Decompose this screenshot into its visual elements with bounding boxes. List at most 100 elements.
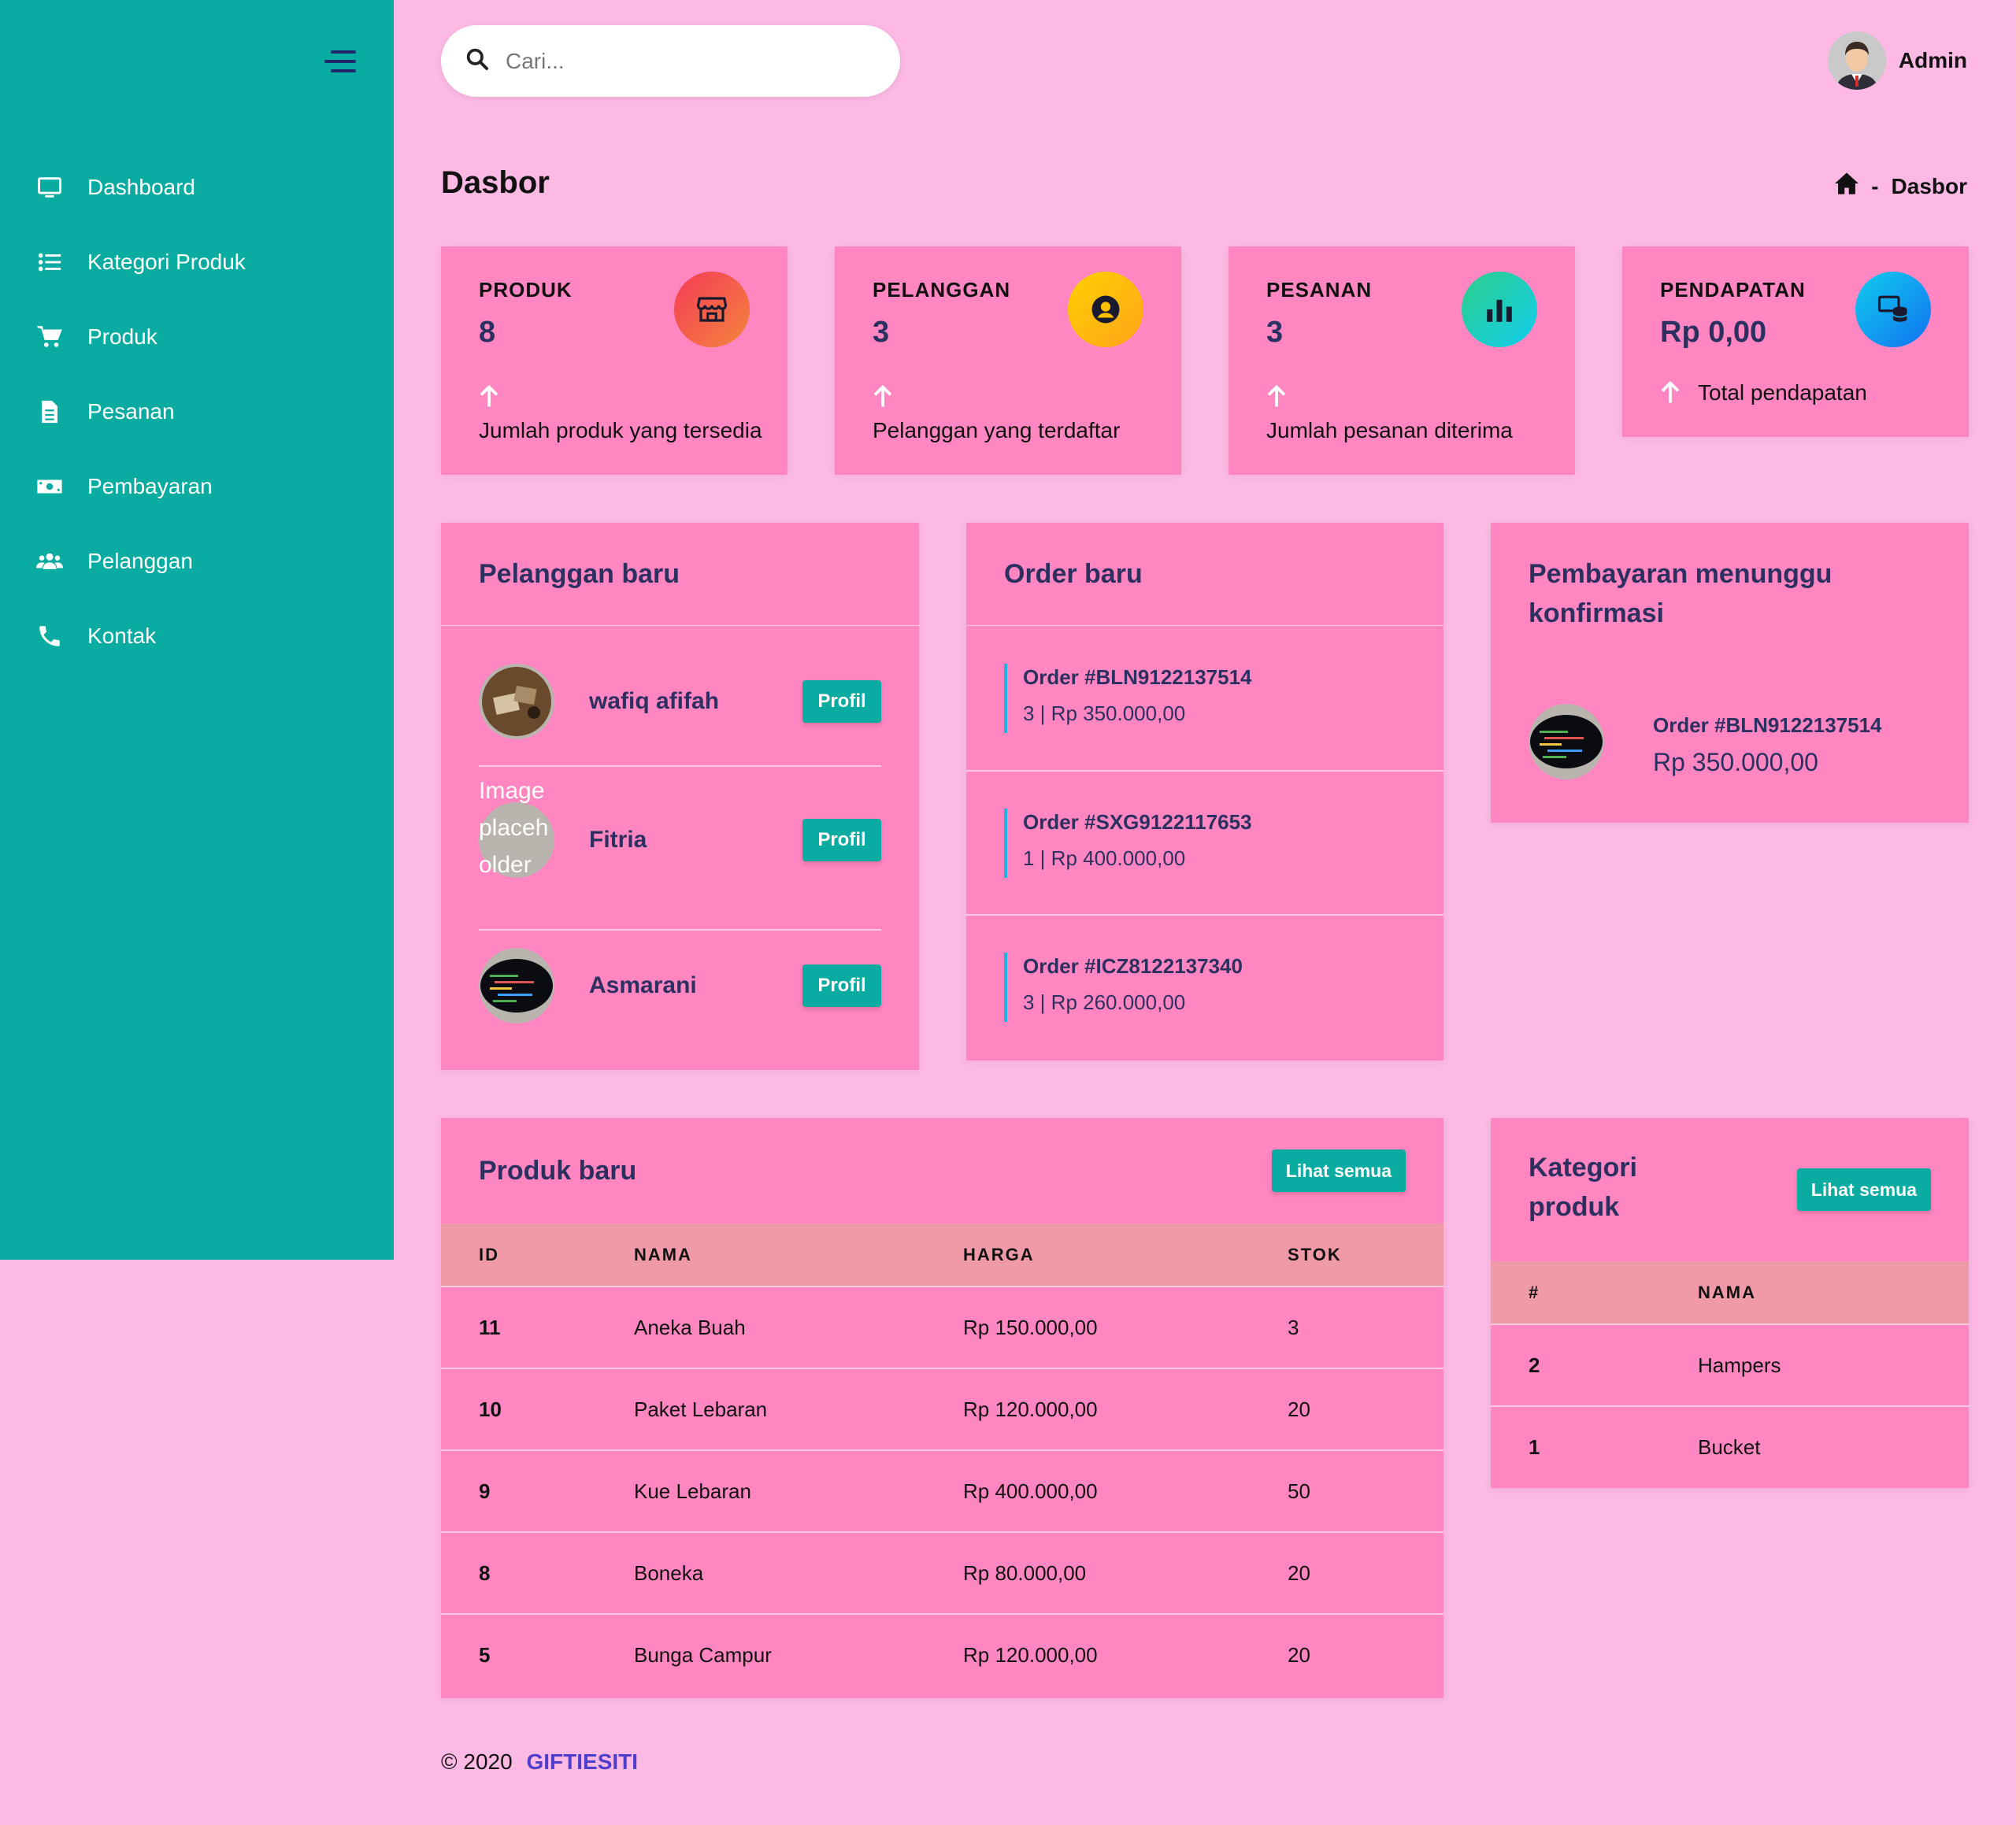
- copyright-text: © 2020: [441, 1749, 513, 1774]
- cart-icon: [35, 323, 64, 351]
- profile-button[interactable]: Profil: [802, 964, 881, 1007]
- order-id: Order #BLN9122137514: [1653, 713, 1882, 737]
- card-title-line: Pembayaran menunggu: [1529, 559, 1833, 589]
- view-all-products-button[interactable]: Lihat semua: [1271, 1149, 1406, 1192]
- new-customers-card: Pelanggan baru wafiq afifah Profil Image…: [441, 523, 919, 1070]
- sidebar: Dashboard Kategori Produk Produk Pesanan…: [0, 0, 394, 1260]
- table-row[interactable]: 2 Hampers: [1491, 1323, 1969, 1406]
- card-title: Pembayaran menunggu konfirmasi: [1529, 554, 1832, 633]
- cell-nama: Bunga Campur: [634, 1613, 963, 1696]
- cell-harga: Rp 120.000,00: [963, 1613, 1288, 1696]
- stat-card-pesanan: PESANAN 3 Jumlah pesanan diterima: [1228, 246, 1575, 475]
- phone-icon: [35, 622, 64, 650]
- cell-stok: 3: [1288, 1286, 1443, 1368]
- table-row[interactable]: 8 Boneka Rp 80.000,00 20: [441, 1531, 1443, 1614]
- sidebar-item-kategori-produk[interactable]: Kategori Produk: [0, 224, 394, 299]
- pending-payments-card: Pembayaran menunggu konfirmasi Order #BL…: [1491, 523, 1969, 823]
- sidebar-item-label: Dashboard: [87, 174, 195, 199]
- card-title: Produk baru: [479, 1156, 637, 1186]
- table-row[interactable]: 1 Bucket: [1491, 1405, 1969, 1488]
- sidebar-item-produk[interactable]: Produk: [0, 299, 394, 374]
- stat-card-pelanggan: PELANGGAN 3 Pelanggan yang terdaftar: [835, 246, 1181, 475]
- coins-icon: [1855, 272, 1931, 347]
- table-header-row: # NAMA: [1491, 1261, 1969, 1324]
- sidebar-item-pembayaran[interactable]: Pembayaran: [0, 449, 394, 524]
- sidebar-item-kontak[interactable]: Kontak: [0, 598, 394, 673]
- table-row[interactable]: 10 Paket Lebaran Rp 120.000,00 20: [441, 1368, 1443, 1450]
- sidebar-item-pesanan[interactable]: Pesanan: [0, 374, 394, 449]
- cell-stok: 20: [1288, 1613, 1443, 1696]
- stat-desc: Pelanggan yang terdaftar: [873, 418, 1121, 442]
- order-id: Order #BLN9122137514: [1023, 665, 1252, 689]
- sidebar-nav: Dashboard Kategori Produk Produk Pesanan…: [0, 150, 394, 673]
- order-accent-bar: [1004, 664, 1007, 733]
- cell-stok: 20: [1288, 1531, 1443, 1614]
- menu-toggle-icon[interactable]: [323, 49, 358, 74]
- stat-card-pendapatan: PENDAPATAN Rp 0,00 Total pendapatan: [1622, 246, 1969, 437]
- categories-card: Kategori produk Lihat semua # NAMA 2 Ham…: [1491, 1118, 1969, 1488]
- arrow-up-icon: [1267, 385, 1286, 407]
- stat-value: 8: [479, 316, 496, 349]
- list-item[interactable]: Order #BLN9122137514 Rp 350.000,00: [1529, 704, 1938, 783]
- brand-link[interactable]: GIFTIESITI: [526, 1749, 638, 1774]
- profile-button[interactable]: Profil: [802, 679, 881, 723]
- cell-stok: 20: [1288, 1368, 1443, 1450]
- profile-button[interactable]: Profil: [802, 818, 881, 861]
- payment-amount: Rp 350.000,00: [1653, 748, 1818, 776]
- arrow-up-icon: [480, 385, 498, 407]
- order-id: Order #SXG9122117653: [1023, 810, 1252, 834]
- view-all-categories-button[interactable]: Lihat semua: [1796, 1168, 1931, 1211]
- cell-number: 2: [1491, 1323, 1698, 1406]
- cell-nama: Hampers: [1698, 1323, 1969, 1406]
- stat-label: PELANGGAN: [873, 278, 1011, 302]
- arrow-up-icon: [1661, 381, 1680, 403]
- table-row[interactable]: 11 Aneka Buah Rp 150.000,00 3: [441, 1286, 1443, 1368]
- divider: [441, 625, 919, 626]
- avatar: [1529, 704, 1604, 779]
- broken-image-placeholder: Image placeholder: [479, 778, 554, 878]
- order-accent-bar: [1004, 809, 1007, 878]
- cell-nama: Bucket: [1698, 1405, 1969, 1488]
- breadcrumb-separator: -: [1871, 173, 1879, 198]
- sidebar-item-label: Kategori Produk: [87, 249, 246, 274]
- search-icon: [465, 46, 490, 76]
- cell-nama: Aneka Buah: [634, 1286, 963, 1368]
- table-row[interactable]: 9 Kue Lebaran Rp 400.000,00 50: [441, 1449, 1443, 1532]
- home-icon[interactable]: [1833, 172, 1871, 201]
- order-meta: 3 | Rp 350.000,00: [1023, 701, 1186, 725]
- cell-id: 5: [441, 1613, 634, 1696]
- cell-harga: Rp 400.000,00: [963, 1449, 1288, 1532]
- sidebar-item-dashboard[interactable]: Dashboard: [0, 150, 394, 224]
- stat-card-produk: PRODUK 8 Jumlah produk yang tersedia: [441, 246, 788, 475]
- avatar: [1827, 31, 1886, 90]
- table-row[interactable]: 5 Bunga Campur Rp 120.000,00 20: [441, 1613, 1443, 1696]
- list-item[interactable]: Order #SXG9122117653 1 | Rp 400.000,00: [966, 771, 1443, 915]
- cell-number: 1: [1491, 1405, 1698, 1488]
- list-item: Image placeholder Fitria Profil: [479, 767, 881, 912]
- user-menu[interactable]: Admin: [1827, 31, 1967, 90]
- sidebar-item-pelanggan[interactable]: Pelanggan: [0, 524, 394, 598]
- monitor-icon: [35, 173, 64, 202]
- stat-desc: Total pendapatan: [1698, 380, 1867, 405]
- user-circle-icon: [1068, 272, 1143, 347]
- list-item[interactable]: Order #BLN9122137514 3 | Rp 350.000,00: [966, 626, 1443, 770]
- order-meta: 1 | Rp 400.000,00: [1023, 846, 1186, 870]
- file-icon: [35, 398, 64, 426]
- customer-name: Asmarani: [589, 972, 697, 998]
- column-header-nama: NAMA: [634, 1223, 963, 1286]
- customer-name: Fitria: [589, 826, 647, 853]
- breadcrumb-current: Dasbor: [1891, 173, 1967, 198]
- sidebar-item-label: Produk: [87, 324, 158, 349]
- cell-id: 9: [441, 1449, 634, 1532]
- order-meta: 3 | Rp 260.000,00: [1023, 990, 1186, 1014]
- cell-harga: Rp 150.000,00: [963, 1286, 1288, 1368]
- products-table: ID NAMA HARGA STOK 11 Aneka Buah Rp 150.…: [441, 1223, 1443, 1696]
- categories-table: # NAMA 2 Hampers 1 Bucket: [1491, 1261, 1969, 1488]
- search-input[interactable]: [506, 48, 876, 74]
- list-item[interactable]: Order #ICZ8122137340 3 | Rp 260.000,00: [966, 915, 1443, 1059]
- card-title: Pelanggan baru: [479, 559, 680, 589]
- sidebar-item-label: Kontak: [87, 623, 157, 648]
- order-id: Order #ICZ8122137340: [1023, 954, 1243, 978]
- store-icon: [674, 272, 750, 347]
- breadcrumb: - Dasbor: [1833, 172, 1967, 201]
